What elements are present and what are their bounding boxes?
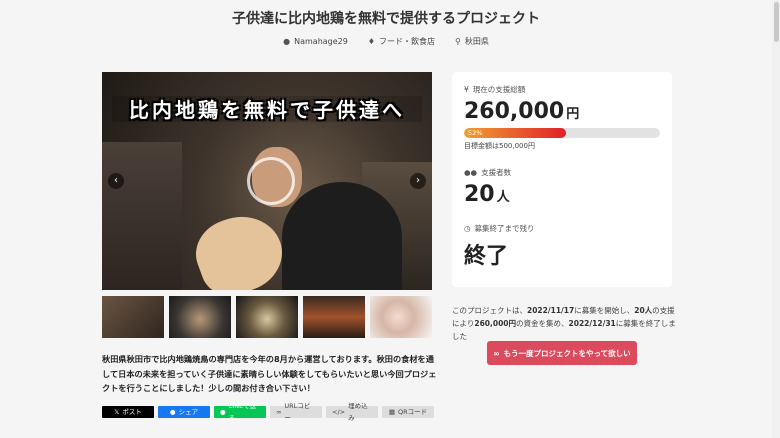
play-video-icon[interactable] xyxy=(247,157,295,205)
author-name: Namahage29 xyxy=(294,37,348,46)
code-icon: </> xyxy=(332,408,346,416)
share-line-button[interactable]: ● LINEで送る xyxy=(214,402,266,422)
user-icon: ● xyxy=(283,37,291,46)
note-start-date: 2022/11/17 xyxy=(527,306,575,315)
location-pin-icon: ⚲ xyxy=(455,37,461,46)
share-x-button[interactable]: 𝕏 ポスト xyxy=(102,406,154,418)
supporters-label-row: ●● 支援者数 xyxy=(464,167,660,178)
hero-image-carousel[interactable]: 比内地鶏を無料で子供達へ ‹ › xyxy=(102,72,432,290)
share-line-label: LINEで送る xyxy=(228,402,257,422)
funding-stats-card: ¥ 現在の支援総額 260,000 円 52% 目標金額は500,000円 ●● … xyxy=(452,72,672,287)
link-icon: ∞ xyxy=(276,408,282,416)
facebook-icon: ● xyxy=(169,408,176,416)
supporters-count: 20 人 xyxy=(464,182,660,207)
location-link[interactable]: ⚲ 秋田県 xyxy=(455,36,489,47)
thumbnail-5[interactable] xyxy=(370,296,432,338)
note-supporters: 20人 xyxy=(634,306,653,315)
share-facebook-label: シェア xyxy=(178,408,199,416)
thumbnail-strip xyxy=(102,296,432,338)
note-text-1: このプロジェクトは、 xyxy=(452,306,527,315)
scrollbar[interactable] xyxy=(772,0,780,438)
remaining-label: 募集終了まで残り xyxy=(474,224,535,233)
qr-code-label: QRコード xyxy=(398,408,428,416)
thumbnail-4[interactable] xyxy=(303,296,365,338)
yen-icon: ¥ xyxy=(464,85,469,94)
note-text-4: の資金を集め、 xyxy=(516,319,569,328)
thumbnail-3[interactable] xyxy=(236,296,298,338)
supporters-value: 20 xyxy=(464,182,495,207)
clock-icon: ◷ xyxy=(464,224,471,233)
copy-url-label: URLコピー xyxy=(284,402,311,422)
hero-background-shelf xyxy=(102,142,182,290)
supporters-unit: 人 xyxy=(496,190,510,205)
total-funding-label: 現在の支援総額 xyxy=(472,85,526,94)
people-icon: ●● xyxy=(464,168,478,177)
funding-progress-percent: 52% xyxy=(468,129,483,137)
copy-url-button[interactable]: ∞ URLコピー xyxy=(270,402,322,422)
category-link[interactable]: ♦ フード・飲食店 xyxy=(368,36,435,47)
note-text-2: に募集を開始し、 xyxy=(574,306,635,315)
page-title: 子供達に比内地鶏を無料で提供するプロジェクト xyxy=(232,11,540,27)
remaining-value: 終了 xyxy=(464,244,509,269)
project-summary-note: このプロジェクトは、2022/11/17に募集を開始し、20人の支援により260… xyxy=(452,304,677,343)
remaining-label-row: ◷ 募集終了まで残り xyxy=(464,223,660,234)
share-buttons: 𝕏 ポスト ● シェア ● LINEで送る ∞ URLコピー </> 埋め込み … xyxy=(102,402,434,422)
total-funding-label-row: ¥ 現在の支援総額 xyxy=(464,84,660,95)
thumbnail-1[interactable] xyxy=(102,296,164,338)
share-facebook-button[interactable]: ● シェア xyxy=(158,406,210,418)
note-end-date: 2022/12/31 xyxy=(568,319,616,328)
total-funding-unit: 円 xyxy=(566,107,580,122)
infinity-icon: ∞ xyxy=(493,348,500,358)
funding-progress-bar: 52% xyxy=(464,128,660,138)
hero-banner-text: 比内地鶏を無料で子供達へ xyxy=(129,98,405,122)
thumbnail-2[interactable] xyxy=(169,296,231,338)
carousel-prev-button[interactable]: ‹ xyxy=(108,173,124,189)
project-description: 秋田県秋田市で比内地鶏焼鳥の専門店を今年の8月から運営しております。秋田の食材を… xyxy=(102,354,437,393)
scrollbar-thumb[interactable] xyxy=(774,2,779,42)
request-again-button[interactable]: ∞ もう一度プロジェクトをやって欲しい xyxy=(487,341,637,365)
x-icon: 𝕏 xyxy=(114,408,120,416)
qr-code-icon: ▦ xyxy=(388,408,395,416)
tag-icon: ♦ xyxy=(367,37,376,46)
supporters-label: 支援者数 xyxy=(481,168,512,177)
embed-label: 埋め込み xyxy=(348,402,368,422)
qr-code-button[interactable]: ▦ QRコード xyxy=(382,406,434,418)
project-meta: ● Namahage29 ♦ フード・飲食店 ⚲ 秋田県 xyxy=(0,36,772,47)
location-name: 秋田県 xyxy=(464,37,489,46)
funding-goal: 目標金額は500,000円 xyxy=(464,142,535,150)
note-amount: 260,000円 xyxy=(474,319,517,328)
total-funding-amount: 260,000 円 xyxy=(464,99,660,124)
total-funding-value: 260,000 xyxy=(464,99,565,124)
author-link[interactable]: ● Namahage29 xyxy=(283,36,348,47)
line-icon: ● xyxy=(220,408,226,416)
embed-button[interactable]: </> 埋め込み xyxy=(326,402,378,422)
hero-person-body xyxy=(282,182,402,290)
request-again-label: もう一度プロジェクトをやって欲しい xyxy=(503,348,631,358)
carousel-next-button[interactable]: › xyxy=(410,173,426,189)
category-name: フード・飲食店 xyxy=(379,37,436,46)
hero-chicken xyxy=(186,204,293,290)
share-x-label: ポスト xyxy=(122,408,142,416)
